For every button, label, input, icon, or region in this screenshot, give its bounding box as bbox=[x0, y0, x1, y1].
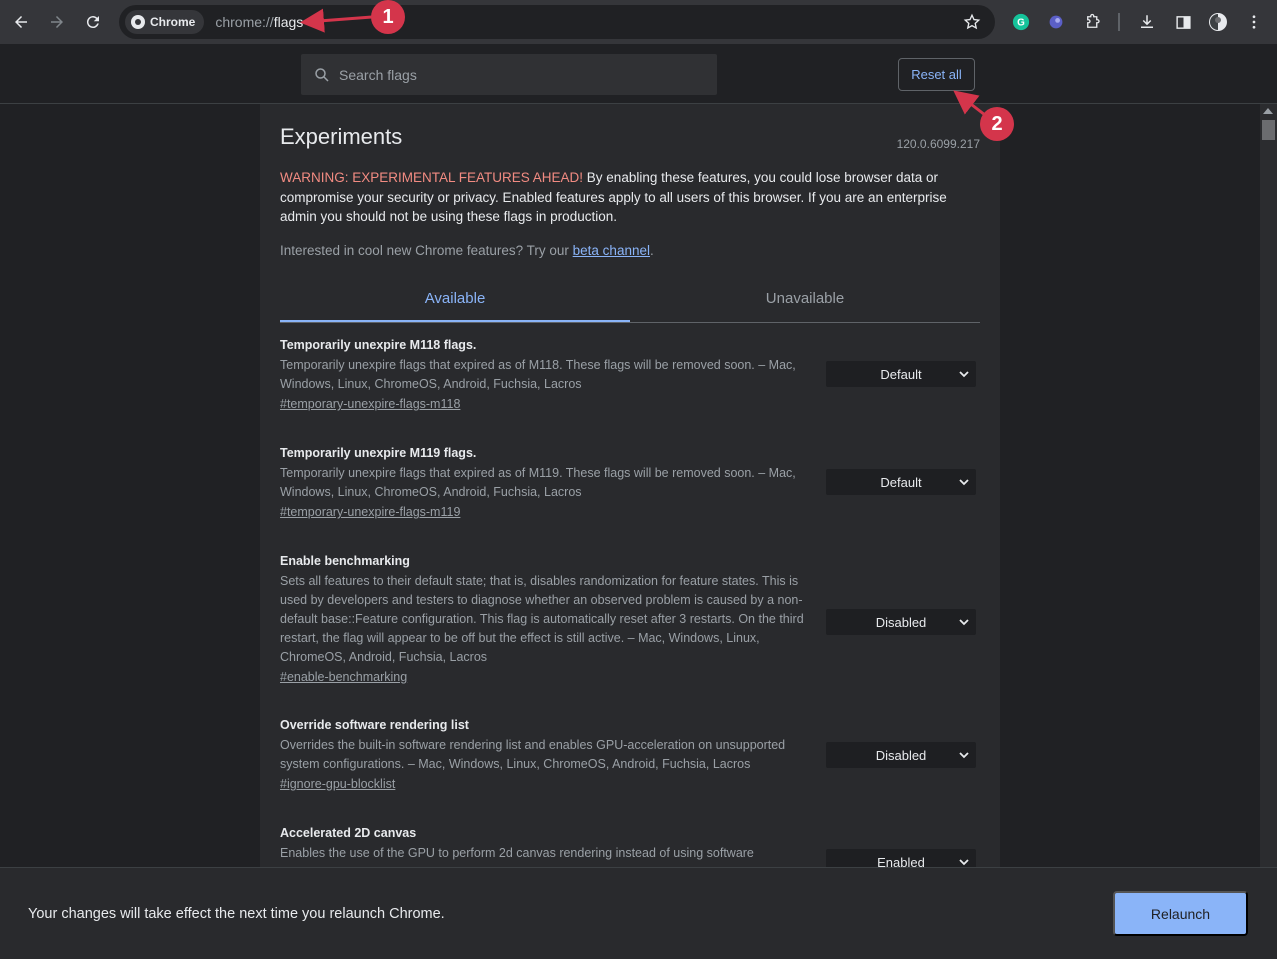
scrollbar-track[interactable] bbox=[1260, 104, 1277, 867]
relaunch-bar: Your changes will take effect the next t… bbox=[0, 867, 1277, 959]
forward-arrow-icon bbox=[51, 16, 63, 28]
reload-button[interactable] bbox=[75, 4, 111, 40]
address-bar[interactable]: Chrome chrome://flags bbox=[119, 5, 995, 39]
svg-text:G: G bbox=[1017, 18, 1025, 29]
flags-header: Reset all bbox=[0, 44, 1277, 104]
warning-message: WARNING: EXPERIMENTAL FEATURES AHEAD! By… bbox=[280, 168, 980, 227]
flag-description: Sets all features to their default state… bbox=[280, 574, 804, 664]
annotation-badge-2: 2 bbox=[980, 107, 1014, 141]
flag-select-value: Enabled bbox=[877, 854, 925, 868]
flag-item: Enable benchmarking Sets all features to… bbox=[280, 553, 980, 686]
beta-channel-note: Interested in cool new Chrome features? … bbox=[280, 243, 654, 258]
beta-note-end: . bbox=[649, 243, 654, 258]
flag-select[interactable]: Disabled bbox=[826, 609, 976, 635]
beta-note-text: Interested in cool new Chrome features? … bbox=[280, 243, 573, 258]
back-button[interactable] bbox=[3, 4, 39, 40]
flag-item: Temporarily unexpire M119 flags. Tempora… bbox=[280, 445, 980, 521]
flag-item: Accelerated 2D canvas Enables the use of… bbox=[280, 825, 980, 867]
chevron-down-icon bbox=[959, 752, 969, 759]
reload-icon bbox=[86, 16, 99, 29]
chevron-down-icon bbox=[959, 619, 969, 626]
flag-link[interactable]: #ignore-gpu-blocklist bbox=[280, 777, 395, 791]
version-label: 120.0.6099.217 bbox=[896, 137, 980, 151]
url-path: flags bbox=[273, 14, 304, 30]
chevron-down-icon bbox=[959, 479, 969, 486]
search-input[interactable] bbox=[339, 66, 699, 83]
relaunch-button[interactable]: Relaunch bbox=[1113, 891, 1248, 936]
toolbar-divider bbox=[1118, 13, 1120, 31]
browser-toolbar: Chrome chrome://flags G bbox=[0, 0, 1277, 44]
profile-avatar[interactable] bbox=[1208, 12, 1228, 32]
grammarly-extension-icon[interactable]: G bbox=[1011, 12, 1031, 32]
flag-description: Temporarily unexpire flags that expired … bbox=[280, 466, 796, 499]
scrollbar-thumb[interactable] bbox=[1262, 120, 1275, 140]
flag-select[interactable]: Enabled bbox=[826, 849, 976, 867]
beta-channel-link[interactable]: beta channel bbox=[573, 243, 650, 258]
flag-select-value: Disabled bbox=[875, 747, 927, 763]
scroll-up-arrow-icon[interactable] bbox=[1263, 108, 1273, 114]
flag-select[interactable]: Default bbox=[826, 361, 976, 387]
flag-select-value: Default bbox=[880, 474, 922, 490]
chevron-down-icon bbox=[959, 859, 969, 866]
bookmark-star-icon[interactable] bbox=[963, 13, 981, 31]
tab-available[interactable]: Available bbox=[280, 284, 630, 322]
flag-link[interactable]: #enable-benchmarking bbox=[280, 670, 407, 684]
purple-extension-icon[interactable] bbox=[1046, 12, 1066, 32]
flag-link[interactable]: #temporary-unexpire-flags-m119 bbox=[280, 505, 460, 519]
site-chip[interactable]: Chrome bbox=[125, 10, 205, 34]
flag-description: Temporarily unexpire flags that expired … bbox=[280, 358, 796, 391]
url-text[interactable]: chrome://flags bbox=[215, 14, 303, 30]
search-box[interactable] bbox=[301, 54, 717, 95]
site-chip-label: Chrome bbox=[150, 15, 196, 29]
search-icon bbox=[315, 67, 329, 82]
tab-unavailable[interactable]: Unavailable bbox=[630, 284, 980, 322]
more-menu-icon[interactable] bbox=[1244, 12, 1264, 32]
flag-description: Enables the use of the GPU to perform 2d… bbox=[280, 846, 754, 860]
flag-link[interactable]: #temporary-unexpire-flags-m118 bbox=[280, 397, 460, 411]
chevron-down-icon bbox=[959, 371, 969, 378]
annotation-badge-1: 1 bbox=[371, 0, 405, 34]
page-title: Experiments bbox=[280, 124, 403, 149]
flag-name: Temporarily unexpire M119 flags. bbox=[280, 446, 477, 460]
url-prefix: chrome:// bbox=[215, 14, 274, 30]
extensions-puzzle-icon[interactable] bbox=[1083, 12, 1103, 32]
flag-name: Accelerated 2D canvas bbox=[280, 826, 417, 840]
relaunch-message: Your changes will take effect the next t… bbox=[28, 906, 445, 922]
reset-all-button[interactable]: Reset all bbox=[898, 58, 975, 91]
experiments-panel: Experiments 120.0.6099.217 WARNING: EXPE… bbox=[260, 104, 1000, 867]
flag-select-value: Default bbox=[880, 366, 922, 382]
back-arrow-icon bbox=[15, 16, 27, 28]
flag-name: Enable benchmarking bbox=[280, 554, 410, 568]
flag-select[interactable]: Disabled bbox=[826, 742, 976, 768]
chrome-logo-icon bbox=[131, 15, 145, 29]
downloads-icon[interactable] bbox=[1137, 12, 1157, 32]
flag-select-value: Disabled bbox=[875, 614, 927, 630]
flag-name: Temporarily unexpire M118 flags. bbox=[280, 338, 477, 352]
flag-description: Overrides the built-in software renderin… bbox=[280, 738, 786, 771]
tabs: Available Unavailable bbox=[280, 284, 980, 323]
flag-select[interactable]: Default bbox=[826, 469, 976, 495]
forward-button[interactable] bbox=[39, 4, 75, 40]
flag-item: Temporarily unexpire M118 flags. Tempora… bbox=[280, 337, 980, 413]
side-panel-icon[interactable] bbox=[1173, 12, 1193, 32]
warning-label: WARNING: EXPERIMENTAL FEATURES AHEAD! bbox=[280, 170, 584, 185]
flag-name: Override software rendering list bbox=[280, 718, 469, 732]
flag-item: Override software rendering list Overrid… bbox=[280, 717, 980, 793]
